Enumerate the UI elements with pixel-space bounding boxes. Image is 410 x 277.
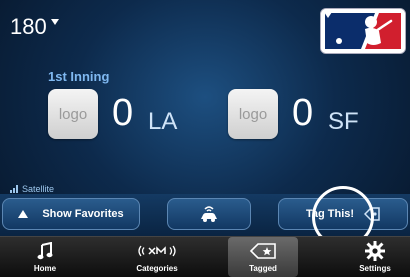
signal-status: Satellite — [10, 184, 54, 194]
away-team-score: 0 — [112, 92, 134, 134]
channel-selector[interactable]: 180 — [10, 14, 59, 40]
tab-categories[interactable]: Categories — [122, 237, 192, 277]
car-signal-icon — [201, 206, 217, 222]
tab-tagged[interactable]: Tagged — [228, 237, 298, 277]
tab-settings-label: Settings — [359, 264, 391, 273]
show-favorites-button[interactable]: Show Favorites — [2, 198, 140, 230]
away-team-abbr: LA — [148, 108, 178, 135]
home-team-abbr: SF — [328, 108, 359, 135]
car-sync-button[interactable] — [167, 198, 251, 230]
away-team-logo: logo — [48, 89, 98, 139]
signal-source-label: Satellite — [22, 184, 55, 194]
tab-home-label: Home — [33, 264, 57, 273]
inning-label: 1st Inning — [48, 69, 110, 84]
show-favorites-label: Show Favorites — [42, 208, 124, 220]
tab-tagged-label: Tagged — [249, 264, 277, 273]
signal-strength-icon — [10, 185, 19, 193]
home-team-logo: logo — [228, 89, 278, 139]
league-dropdown-icon — [324, 12, 332, 18]
channel-number: 180 — [10, 14, 47, 39]
tab-settings[interactable]: Settings — [340, 237, 410, 277]
tag-star-icon — [249, 240, 277, 262]
channel-dropdown-icon — [50, 19, 59, 25]
mlb-logo-icon — [321, 9, 405, 53]
tab-categories-label: Categories — [136, 264, 178, 273]
league-logo-button[interactable] — [320, 8, 406, 54]
home-team-score: 0 — [292, 92, 314, 134]
arrow-up-icon — [18, 210, 29, 218]
gear-icon — [365, 240, 385, 262]
now-playing-screen: 180 1st Inning logo 0 LA logo 0 SF Satel… — [0, 0, 410, 277]
sxm-logo-icon — [137, 240, 177, 262]
music-note-icon — [37, 240, 53, 262]
tab-home[interactable]: Home — [10, 237, 80, 277]
